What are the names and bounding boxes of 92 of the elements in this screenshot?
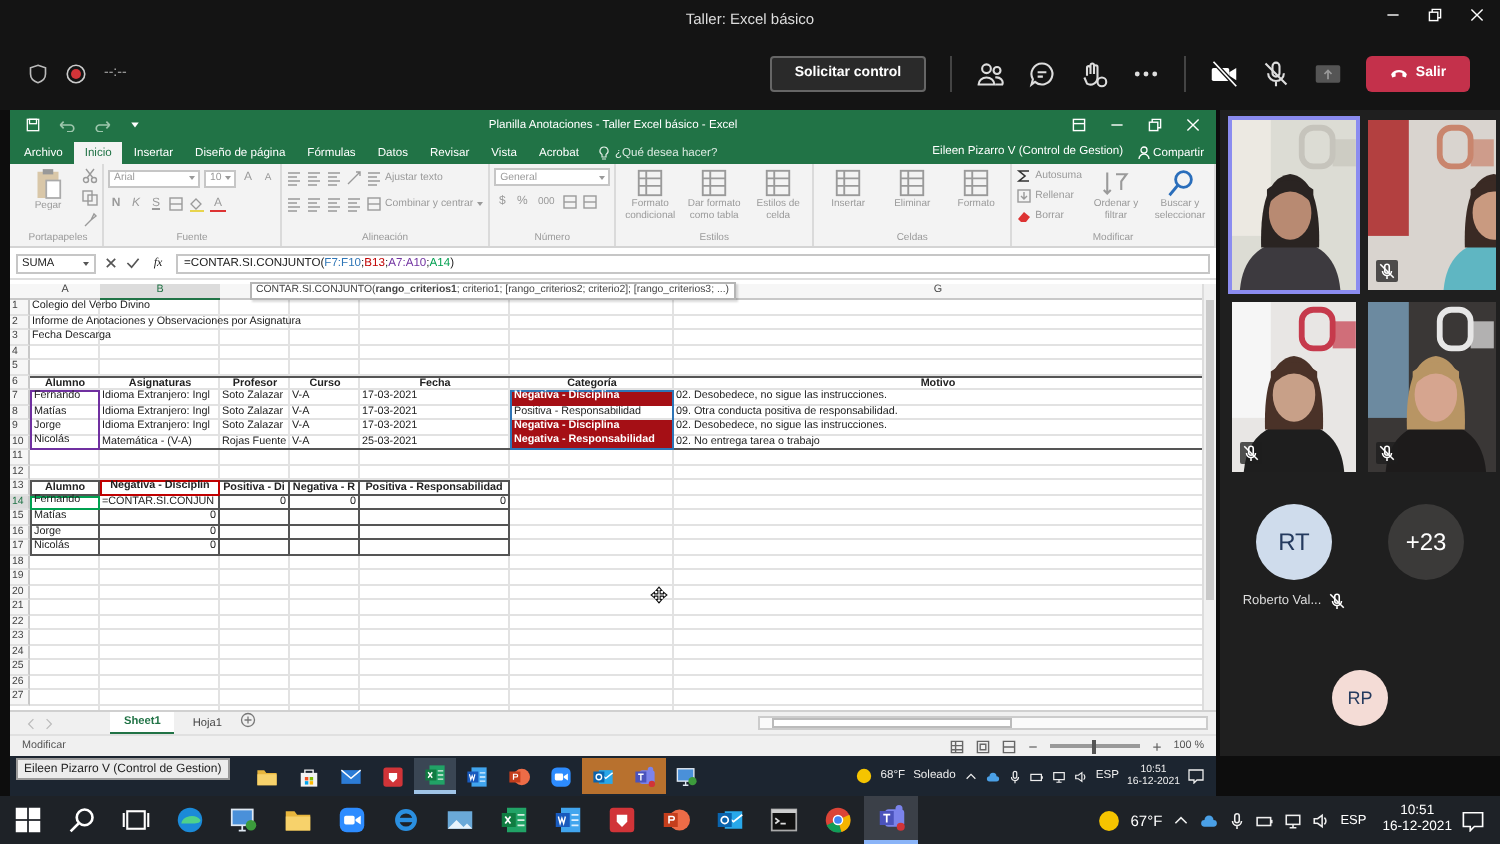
shield-icon (28, 63, 48, 83)
cloud-icon[interactable] (985, 769, 1000, 783)
ribbon-options-icon[interactable] (1072, 118, 1086, 132)
table-icon (896, 168, 929, 198)
table-icon (960, 168, 993, 198)
spreadsheet-icon[interactable] (424, 763, 446, 785)
table-icon (698, 168, 731, 198)
terminal-icon[interactable] (769, 806, 797, 834)
person-icon (1137, 146, 1150, 160)
page-layout-icon[interactable] (975, 739, 990, 753)
volume-icon[interactable] (1312, 811, 1331, 829)
redo-icon[interactable] (94, 118, 112, 132)
save-icon[interactable] (26, 118, 40, 132)
caret-icon (598, 173, 607, 181)
network-icon[interactable] (1284, 811, 1303, 829)
search-icon (1165, 168, 1194, 198)
restore-icon[interactable] (1428, 8, 1442, 22)
image-icon[interactable] (445, 806, 473, 834)
close-icon[interactable] (1470, 8, 1484, 22)
chat-icon[interactable] (1028, 59, 1056, 87)
folder-icon[interactable] (283, 806, 311, 834)
undo-icon[interactable] (58, 118, 76, 132)
table-icon (762, 168, 795, 198)
video-camera-icon[interactable] (337, 806, 365, 834)
table-icon (832, 168, 865, 198)
sun-icon (856, 768, 873, 784)
page-break-icon[interactable] (1001, 739, 1016, 753)
sum-icon (1016, 168, 1033, 184)
battery-icon[interactable] (1256, 811, 1275, 829)
shield-app-icon[interactable] (607, 806, 635, 834)
video-camera-icon[interactable] (550, 765, 572, 787)
shield-app-icon[interactable] (382, 765, 404, 787)
chat-app-icon[interactable] (634, 765, 656, 787)
notification-icon[interactable] (1188, 768, 1204, 784)
cursor-icon (650, 586, 668, 604)
caret-icon (224, 174, 232, 182)
monitor-icon[interactable] (676, 765, 698, 787)
browser-icon[interactable] (175, 806, 203, 834)
mic-off-icon[interactable] (1262, 59, 1290, 87)
document-icon[interactable] (466, 765, 488, 787)
folder-icon[interactable] (256, 765, 278, 787)
caret-up-icon[interactable] (1172, 811, 1191, 829)
more-participants-button[interactable]: RP (1332, 670, 1388, 726)
raised-hand-icon[interactable] (1080, 59, 1108, 87)
spreadsheet-icon[interactable] (499, 806, 527, 834)
caret-icon (82, 259, 90, 267)
cancel-icon[interactable] (104, 256, 118, 270)
mail-icon[interactable] (592, 765, 614, 787)
chat-app-icon[interactable] (877, 804, 905, 832)
eraser-icon (1016, 208, 1033, 224)
browser-icon[interactable] (823, 806, 851, 834)
microphone-icon[interactable] (1007, 769, 1022, 783)
customize-caret-icon[interactable] (130, 120, 140, 130)
phone-icon (1389, 66, 1408, 80)
slider-thumb[interactable] (1092, 739, 1097, 753)
vertical-scrollbar[interactable] (1202, 284, 1216, 710)
zoom-in-icon[interactable] (1151, 741, 1162, 751)
document-icon[interactable] (553, 806, 581, 834)
sun-icon (1098, 809, 1121, 831)
share-screen-icon[interactable] (1314, 59, 1342, 87)
microphone-icon[interactable] (1228, 811, 1247, 829)
fill-down-icon (1016, 188, 1033, 204)
taskbar-button[interactable] (414, 758, 456, 794)
volume-icon[interactable] (1073, 769, 1088, 783)
network-icon[interactable] (1051, 769, 1066, 783)
horizontal-scrollbar[interactable] (758, 716, 1208, 730)
start-icon[interactable] (13, 806, 41, 834)
cloud-icon[interactable] (1200, 811, 1219, 829)
mail-icon[interactable] (715, 806, 743, 834)
search-icon[interactable] (67, 806, 95, 834)
more-participants-button[interactable]: +23 (1388, 504, 1464, 580)
minimize-icon[interactable] (1386, 8, 1400, 22)
presentation-icon[interactable] (661, 806, 689, 834)
presentation-icon[interactable] (508, 765, 530, 787)
lightbulb-icon (598, 146, 611, 160)
avatar[interactable]: RT (1256, 504, 1332, 580)
shopping-bag-icon[interactable] (298, 765, 320, 787)
table-icon (634, 168, 667, 198)
battery-icon[interactable] (1029, 769, 1044, 783)
caret-up-icon[interactable] (963, 769, 978, 783)
record-icon (66, 63, 86, 83)
add-sheet-icon[interactable] (239, 712, 256, 728)
camera-off-icon[interactable] (1210, 59, 1238, 87)
task-view-icon[interactable] (121, 806, 149, 834)
monitor-icon[interactable] (229, 806, 257, 834)
mail-icon[interactable] (340, 765, 362, 787)
normal-view-icon[interactable] (949, 739, 964, 753)
check-icon[interactable] (126, 256, 140, 270)
caret-icon (188, 174, 196, 182)
people-icon[interactable] (976, 59, 1004, 87)
sort-icon (1101, 168, 1130, 198)
caret-icon (476, 200, 485, 208)
